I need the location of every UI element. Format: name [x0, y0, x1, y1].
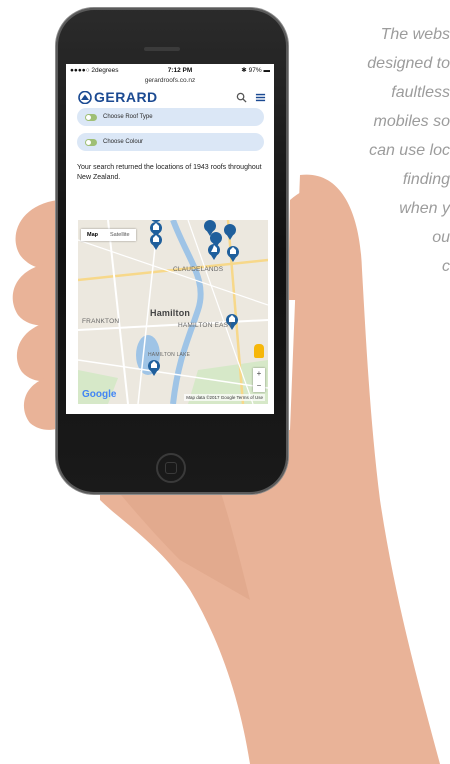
zoom-control: + − [253, 368, 265, 392]
caption-text: The webs designed to faultless mobiles s… [318, 20, 450, 281]
roof-type-toggle[interactable] [85, 113, 97, 121]
google-logo: Google [82, 389, 117, 400]
street-view-pegman-icon[interactable] [254, 344, 264, 358]
caption-line: mobiles so [373, 113, 450, 130]
menu-icon[interactable] [255, 92, 266, 103]
roof-logo-icon [78, 90, 92, 104]
colour-toggle[interactable] [85, 138, 97, 146]
map-label-hamilton: Hamilton [150, 308, 191, 318]
phone-screen: ●●●●○ 2degrees 7:12 PM ✱ 97% ▬ gerardroo… [66, 64, 274, 414]
caption-line: The webs [380, 26, 450, 43]
battery-percent: 97% [248, 67, 262, 74]
roof-type-filter[interactable]: Choose Roof Type [77, 108, 264, 126]
zoom-in-button[interactable]: + [253, 368, 265, 380]
search-result-text: Your search returned the locations of 19… [77, 164, 262, 181]
status-time: 7:12 PM [167, 66, 193, 74]
caption-line: faultless [391, 84, 450, 101]
caption-line: c [442, 258, 450, 275]
header-actions [236, 92, 266, 103]
caption-line: designed to [367, 55, 450, 72]
home-button[interactable] [156, 453, 186, 483]
search-icon[interactable] [236, 92, 247, 103]
map-label-claudelands: CLAUDELANDS [173, 266, 224, 273]
battery-label: ✱ 97% ▬ [241, 67, 270, 74]
gerard-logo[interactable]: GERARD [78, 89, 158, 105]
tab-map[interactable]: Map [81, 229, 104, 241]
site-header: GERARD [66, 86, 274, 108]
brand-name: GERARD [94, 89, 158, 105]
map-label-hamilton-lake: HAMILTON LAKE [148, 352, 191, 358]
caption-line: finding [402, 171, 450, 188]
roof-type-label: Choose Roof Type [103, 114, 153, 120]
speaker-slot [144, 47, 180, 51]
map-type-tabs: Map Satellite [81, 229, 136, 241]
roof-locations-map[interactable]: Map Satellite CLAUDELANDS Hamilton FRANK… [78, 220, 268, 404]
tab-satellite[interactable]: Satellite [104, 229, 136, 241]
carrier-label: ●●●●○ 2degrees [70, 66, 119, 74]
caption-line: ou [432, 229, 450, 246]
caption-line: when y [399, 200, 450, 217]
colour-filter[interactable]: Choose Colour [77, 133, 264, 151]
zoom-out-button[interactable]: − [253, 380, 265, 392]
caption-line: can use loc [369, 142, 450, 159]
colour-label: Choose Colour [103, 139, 144, 145]
status-bar: ●●●●○ 2degrees 7:12 PM ✱ 97% ▬ [66, 64, 274, 76]
map-label-hamilton-east: HAMILTON EAST [178, 322, 233, 329]
map-attribution[interactable]: Map data ©2017 Google Terms of Use [184, 394, 265, 401]
map-label-frankton: FRANKTON [82, 318, 120, 325]
url-bar[interactable]: gerardroofs.co.nz [66, 76, 274, 86]
